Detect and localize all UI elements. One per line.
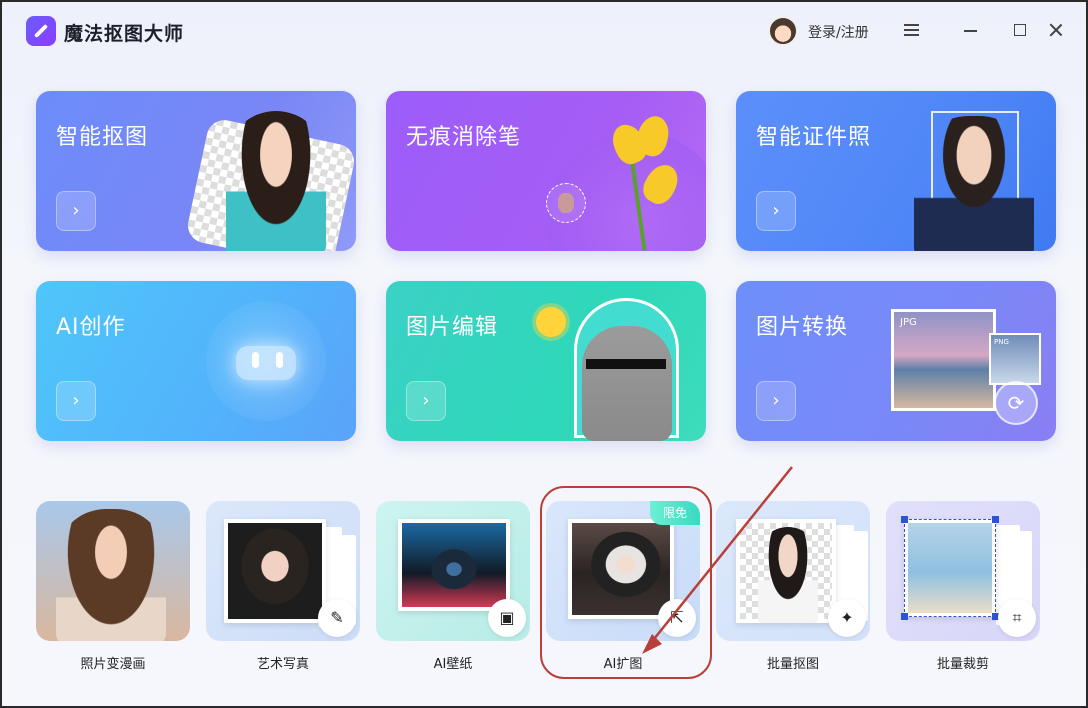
tool-art-portrait[interactable]: ✎ [206, 501, 360, 641]
cat-illustration [582, 326, 672, 441]
user-avatar[interactable] [768, 16, 798, 46]
id-portrait-illustration [914, 116, 1034, 251]
art-portrait-thumbnail [224, 519, 326, 623]
card-title: 图片转换 [756, 315, 849, 340]
highlight-annotation [540, 486, 712, 679]
sun-icon [536, 307, 566, 337]
convert-icon: ⟳ [994, 381, 1038, 425]
brush-icon: ✎ [318, 599, 356, 637]
tool-ai-wallpaper[interactable]: ▣ [376, 501, 530, 641]
title-bar: 魔法抠图大师 登录/注册 [2, 2, 1086, 62]
portrait-illustration [226, 111, 326, 251]
card-image-edit[interactable]: 图片编辑 › [386, 281, 706, 441]
minimize-icon[interactable] [964, 30, 977, 32]
card-arrow-button[interactable]: › [756, 381, 796, 421]
crop-selection-box [901, 516, 999, 620]
magic-wand-icon: ✦ [828, 599, 866, 637]
card-arrow-button[interactable]: › [56, 381, 96, 421]
app-logo-icon [26, 16, 56, 46]
card-id-photo[interactable]: 智能证件照 › [736, 91, 1056, 251]
tool-label: 批量裁剪 [936, 657, 989, 672]
tool-label: 批量抠图 [766, 657, 819, 672]
pixel-sunglasses-icon [586, 359, 666, 369]
close-icon[interactable] [1048, 22, 1064, 38]
card-eraser-pen[interactable]: 无痕消除笔 › [386, 91, 706, 251]
login-register-link[interactable]: 登录/注册 [808, 22, 869, 42]
app-title: 魔法抠图大师 [64, 23, 185, 45]
tool-batch-cutout[interactable]: ✦ [716, 501, 870, 641]
card-title: 无痕消除笔 [406, 125, 522, 150]
jpg-photo-illustration: JPG [891, 309, 996, 411]
card-title: AI创作 [56, 315, 126, 340]
app-window: 魔法抠图大师 登录/注册 智能抠图 › 无痕消除笔 › 智能证件照 › [0, 0, 1088, 708]
erase-target-icon [546, 183, 586, 223]
maximize-icon[interactable] [1014, 24, 1026, 36]
card-arrow-button[interactable]: › [56, 191, 96, 231]
png-photo-illustration: PNG [989, 333, 1041, 385]
card-arrow-button[interactable]: › [756, 191, 796, 231]
card-title: 智能证件照 [756, 125, 872, 150]
card-title: 智能抠图 [56, 125, 149, 150]
tool-label: 照片变漫画 [80, 657, 146, 672]
tool-label: 艺术写真 [256, 657, 309, 672]
image-icon: ▣ [488, 599, 526, 637]
batch-cutout-thumbnail [736, 519, 836, 623]
tulip-illustration [606, 112, 684, 251]
card-ai-create[interactable]: AI创作 › [36, 281, 356, 441]
png-label: PNG [994, 338, 1009, 346]
comic-portrait-illustration [56, 509, 166, 641]
jpg-label: JPG [900, 317, 917, 328]
wallpaper-thumbnail [398, 519, 510, 611]
tool-photo-to-comic[interactable] [36, 501, 190, 641]
tool-batch-crop[interactable]: ⌗ [886, 501, 1040, 641]
card-smart-cutout[interactable]: 智能抠图 › [36, 91, 356, 251]
menu-icon[interactable] [904, 24, 919, 36]
tool-label: AI壁纸 [433, 657, 473, 672]
ai-bot-eyes-icon [248, 352, 288, 370]
card-arrow-button[interactable]: › [406, 381, 446, 421]
crop-icon: ⌗ [998, 599, 1036, 637]
card-title: 图片编辑 [406, 315, 499, 340]
card-image-convert[interactable]: JPG PNG ⟳ 图片转换 › [736, 281, 1056, 441]
